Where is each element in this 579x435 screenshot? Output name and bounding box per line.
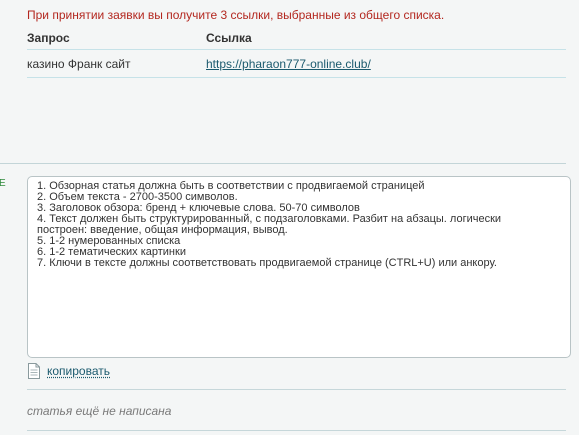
copy-button[interactable]: копировать xyxy=(27,363,110,379)
column-header-query: Запрос xyxy=(27,31,70,45)
article-status: статья ещё не написана xyxy=(27,404,172,418)
query-cell: казино Франк сайт xyxy=(27,57,131,71)
section-divider xyxy=(0,163,566,164)
link[interactable]: https://pharaon777-online.club/ xyxy=(206,57,371,71)
table-header: Запрос Ссылка xyxy=(27,31,566,50)
column-header-link: Ссылка xyxy=(206,31,252,45)
table-row: казино Франк сайт https://pharaon777-onl… xyxy=(27,57,566,78)
side-marker: E xyxy=(0,178,6,189)
link-cell: https://pharaon777-online.club/ xyxy=(206,57,371,71)
requirements-textarea[interactable]: 1. Обзорная статья должна быть в соответ… xyxy=(27,176,571,358)
divider xyxy=(27,430,566,431)
copy-label[interactable]: копировать xyxy=(47,364,110,378)
requirement-line: 7. Ключи в тексте должны соответствовать… xyxy=(37,257,497,269)
divider xyxy=(27,389,566,390)
notice-text: При принятии заявки вы получите 3 ссылки… xyxy=(27,8,445,22)
document-icon xyxy=(27,363,41,379)
